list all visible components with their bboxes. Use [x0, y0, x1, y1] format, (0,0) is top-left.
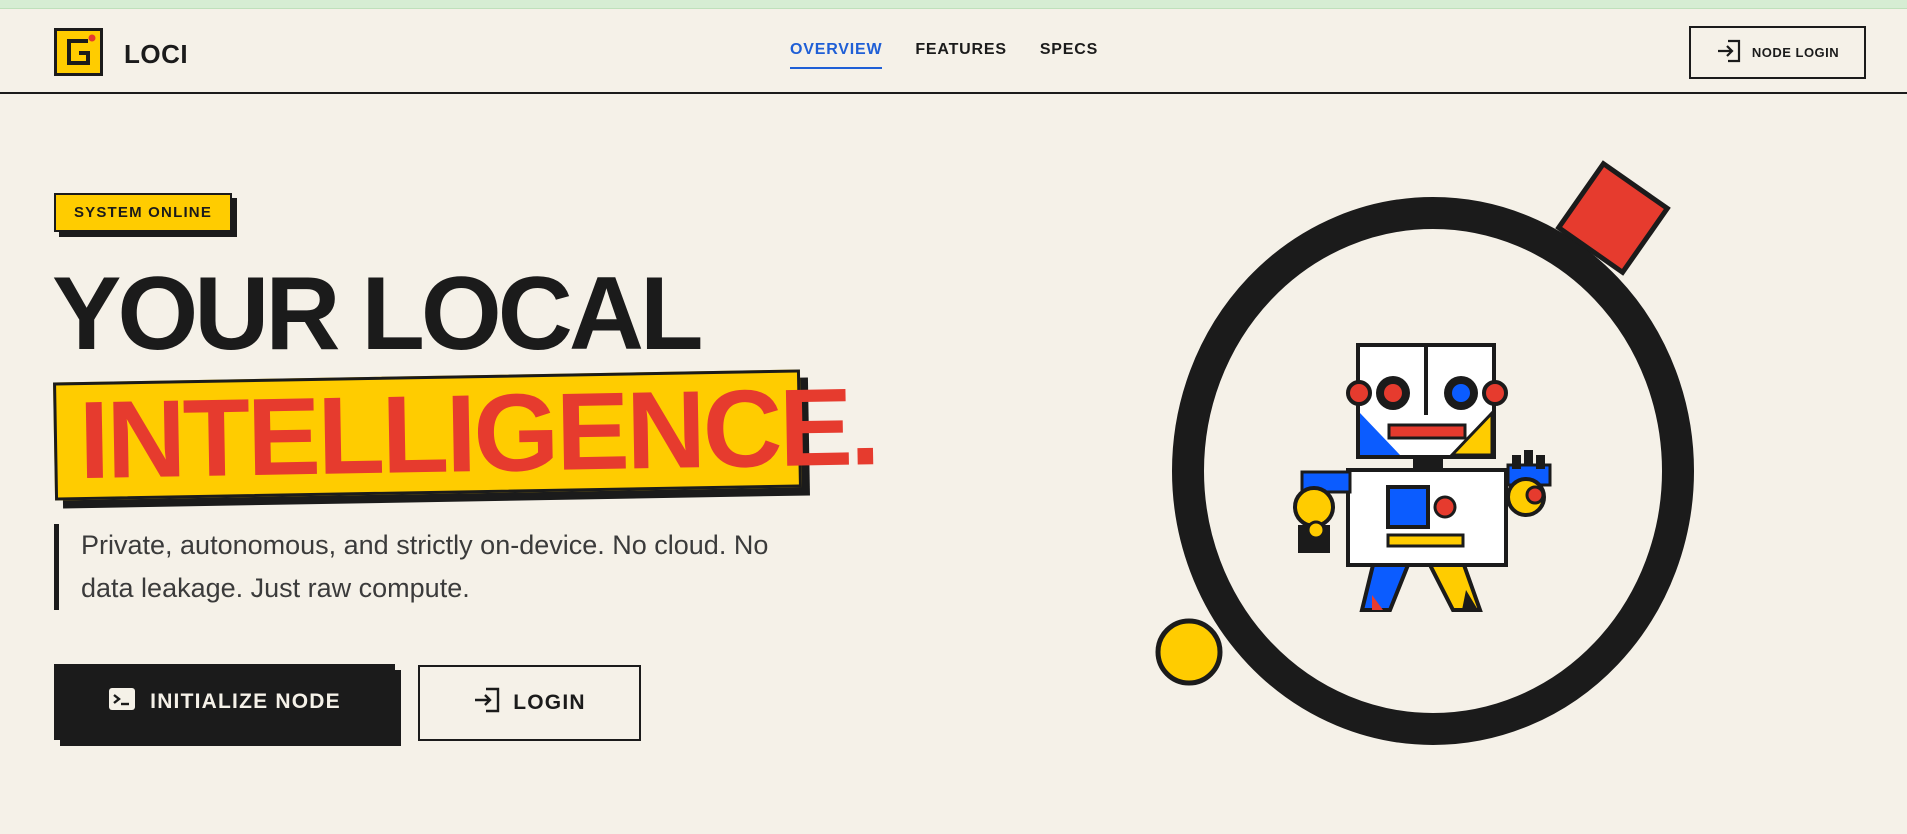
login-arrow-icon [473, 687, 501, 719]
main-nav: OVERVIEW FEATURES SPECS [790, 41, 1098, 69]
highlight-box: INTELLIGENCE. [53, 365, 878, 502]
headline-line-1: YOUR LOCAL [52, 256, 704, 372]
loci-logo-icon[interactable] [54, 28, 103, 76]
initialize-node-label: INITIALIZE NODE [150, 690, 341, 713]
nav-overview[interactable]: OVERVIEW [790, 41, 883, 69]
node-login-label: NODE LOGIN [1751, 45, 1840, 60]
terminal-icon [108, 687, 136, 717]
robot-head [1346, 343, 1508, 459]
browser-top-strip [0, 0, 1907, 9]
node-login-button[interactable]: NODE LOGIN [1689, 26, 1866, 79]
headline-highlight: INTELLIGENCE. [53, 365, 878, 509]
headline-line-2: INTELLIGENCE. [77, 365, 879, 503]
robot-body [1346, 468, 1508, 567]
status-badge: SYSTEM ONLINE [54, 193, 232, 232]
site-header: LOCI OVERVIEW FEATURES SPECS NODE LOGIN [0, 9, 1907, 94]
nav-features[interactable]: FEATURES [915, 41, 1006, 69]
login-button[interactable]: LOGIN [418, 665, 641, 741]
brand-name[interactable]: LOCI [124, 39, 188, 70]
hero-description: Private, autonomous, and strictly on-dev… [54, 524, 774, 610]
robot-left-arm [1293, 470, 1352, 553]
login-arrow-icon [1716, 39, 1742, 66]
yellow-circle-shape [1155, 618, 1223, 686]
robot-right-arm [1506, 450, 1552, 517]
login-label: LOGIN [513, 691, 586, 714]
initialize-node-button[interactable]: INITIALIZE NODE [54, 664, 395, 740]
robot-legs [1359, 563, 1483, 612]
robot-illustration [1155, 160, 1694, 745]
nav-specs[interactable]: SPECS [1040, 41, 1098, 69]
